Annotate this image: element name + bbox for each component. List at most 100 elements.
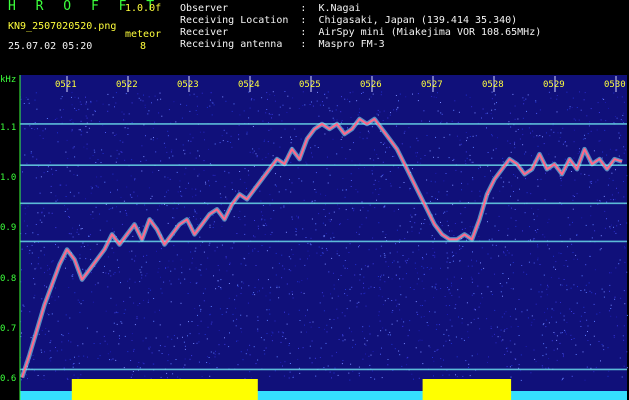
noise-speckle <box>626 175 628 177</box>
noise-speckle <box>163 281 165 283</box>
noise-speckle <box>364 337 366 339</box>
noise-speckle <box>586 115 588 117</box>
noise-speckle <box>424 300 426 302</box>
noise-speckle <box>542 355 544 357</box>
noise-speckle <box>272 155 274 157</box>
noise-speckle <box>487 253 489 255</box>
noise-speckle <box>132 235 134 237</box>
noise-speckle <box>344 293 346 295</box>
noise-speckle <box>224 170 226 172</box>
noise-speckle <box>532 130 534 132</box>
noise-speckle <box>566 145 568 147</box>
noise-speckle <box>271 331 273 333</box>
noise-speckle <box>271 159 273 161</box>
noise-speckle <box>452 204 454 206</box>
noise-speckle <box>108 104 110 106</box>
noise-speckle <box>51 313 53 315</box>
noise-speckle <box>297 217 299 219</box>
noise-speckle <box>311 340 313 342</box>
noise-speckle <box>337 295 339 297</box>
noise-speckle <box>191 262 193 264</box>
noise-speckle <box>126 186 128 188</box>
noise-speckle <box>503 181 505 183</box>
noise-speckle <box>99 229 101 231</box>
noise-speckle <box>302 105 304 107</box>
noise-speckle <box>324 263 326 265</box>
noise-speckle <box>251 98 253 99</box>
x-tick-label: 0521 <box>55 80 77 90</box>
noise-speckle <box>262 120 264 122</box>
noise-speckle <box>511 185 513 187</box>
noise-speckle <box>188 321 189 323</box>
noise-speckle <box>590 108 592 110</box>
noise-speckle <box>133 302 135 304</box>
noise-speckle <box>501 285 503 287</box>
noise-speckle <box>92 155 94 156</box>
noise-speckle <box>259 190 261 192</box>
noise-speckle <box>333 372 335 374</box>
noise-speckle <box>48 314 50 316</box>
noise-speckle <box>97 357 99 359</box>
noise-speckle <box>262 224 264 226</box>
noise-speckle <box>566 333 567 335</box>
noise-speckle <box>505 254 507 256</box>
noise-speckle <box>597 102 599 104</box>
noise-speckle <box>166 205 168 207</box>
noise-speckle <box>449 230 450 232</box>
noise-speckle <box>166 151 168 153</box>
noise-speckle <box>333 319 335 320</box>
noise-speckle <box>398 350 400 352</box>
noise-speckle <box>272 332 274 334</box>
noise-speckle <box>322 101 323 103</box>
noise-speckle <box>545 353 547 355</box>
noise-speckle <box>440 366 442 368</box>
noise-speckle <box>488 356 489 358</box>
noise-speckle <box>113 231 115 233</box>
noise-speckle <box>239 114 241 116</box>
noise-speckle <box>69 191 71 193</box>
noise-speckle <box>351 207 353 209</box>
noise-speckle <box>321 292 323 294</box>
noise-speckle <box>429 311 430 313</box>
noise-speckle <box>426 253 427 255</box>
noise-speckle <box>256 156 258 158</box>
noise-speckle <box>346 189 347 191</box>
noise-speckle <box>262 215 264 216</box>
noise-speckle <box>562 353 564 355</box>
noise-speckle <box>257 225 259 227</box>
noise-speckle <box>183 149 185 151</box>
noise-speckle <box>104 340 106 342</box>
noise-speckle <box>160 160 162 162</box>
noise-speckle <box>494 225 496 227</box>
noise-speckle <box>269 204 271 206</box>
noise-speckle <box>70 341 72 343</box>
noise-speckle <box>329 371 331 373</box>
noise-speckle <box>82 268 84 270</box>
noise-speckle <box>268 129 270 131</box>
noise-speckle <box>611 172 613 174</box>
noise-speckle <box>226 132 228 134</box>
noise-speckle <box>561 204 563 205</box>
noise-speckle <box>265 223 266 225</box>
noise-speckle <box>169 178 171 180</box>
noise-speckle <box>85 96 86 98</box>
noise-speckle <box>34 122 36 123</box>
noise-speckle <box>494 103 496 105</box>
noise-speckle <box>510 351 512 353</box>
noise-speckle <box>492 197 494 199</box>
noise-speckle <box>605 120 607 122</box>
noise-speckle <box>575 354 577 355</box>
noise-speckle <box>500 177 502 179</box>
noise-speckle <box>617 96 619 98</box>
noise-speckle <box>269 292 271 294</box>
noise-speckle <box>44 285 45 287</box>
noise-speckle <box>78 362 80 364</box>
noise-speckle <box>437 156 439 158</box>
noise-speckle <box>250 99 252 101</box>
noise-speckle <box>312 105 314 107</box>
noise-speckle <box>402 325 404 327</box>
noise-speckle <box>624 246 625 248</box>
noise-speckle <box>175 359 177 360</box>
noise-speckle <box>430 237 432 238</box>
noise-speckle <box>352 346 353 348</box>
